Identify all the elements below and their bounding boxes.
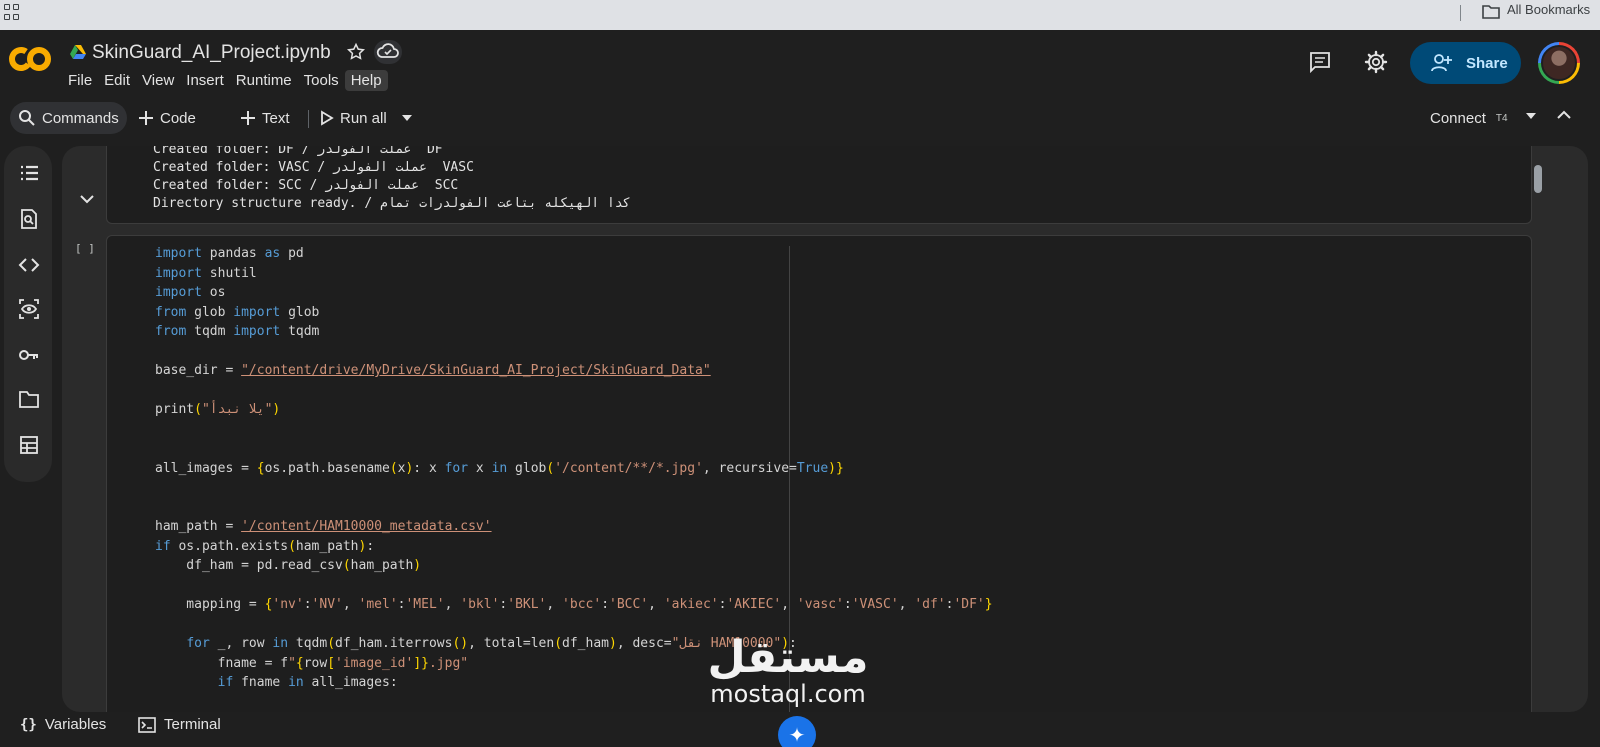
output-line: Created folder: SCC / عملت الفولدر SCC (153, 178, 459, 193)
output-line: Created folder: VASC / عملت الفولدر VASC (153, 160, 474, 175)
cell-output-text: Created folder: DF / عملت الفولدر DF Crea… (153, 146, 630, 213)
toolbar-divider (308, 110, 309, 128)
add-code-label: Code (160, 109, 196, 127)
menu-file[interactable]: File (62, 70, 98, 91)
notebook-title[interactable]: SkinGuard_AI_Project.ipynb (92, 42, 331, 64)
colab-header: SkinGuard_AI_Project.ipynb File Edit Vie… (0, 30, 1600, 96)
secrets-key-icon[interactable] (18, 344, 40, 366)
sparkle-icon: ✦ (788, 724, 806, 747)
menu-help[interactable]: Help (344, 70, 388, 91)
bookmarks-divider (1460, 5, 1461, 21)
cell-run-button[interactable]: [ ] (75, 242, 95, 255)
share-button[interactable]: Share (1410, 42, 1521, 84)
search-icon (19, 110, 35, 126)
variables-label: Variables (44, 716, 107, 733)
plus-icon (241, 111, 255, 125)
plus-icon (139, 111, 153, 125)
run-all-button[interactable]: Run all (312, 102, 395, 134)
terminal-icon (138, 716, 156, 733)
commands-label: Commands (42, 109, 119, 127)
output-line: Created folder: DF / عملت الفولدر DF (153, 146, 443, 157)
comment-icon[interactable] (1308, 50, 1332, 74)
menu-runtime[interactable]: Runtime (230, 70, 298, 91)
bookmark-folder-icon (1482, 5, 1500, 19)
notebook-toolbar: Commands Code Text Run all Connect T4 (0, 96, 1600, 140)
code-snippets-icon[interactable] (18, 254, 40, 276)
star-icon[interactable] (346, 42, 366, 62)
toc-icon[interactable] (18, 162, 40, 184)
connect-label: Connect (1430, 109, 1486, 127)
share-people-icon (1431, 54, 1452, 72)
browser-bookmarks-bar: All Bookmarks (0, 0, 1600, 30)
colab-logo-icon[interactable] (8, 44, 52, 74)
connect-runtime-button[interactable]: Connect T4 (1430, 102, 1508, 134)
left-sidebar (4, 146, 52, 482)
menu-edit[interactable]: Edit (98, 70, 136, 91)
mostaql-watermark: مستقل mostaql.com (688, 636, 888, 716)
output-line: Directory structure ready. / كدا الهيكله… (153, 196, 631, 211)
watermark-latin: mostaql.com (710, 680, 866, 708)
chevron-down-icon[interactable] (80, 194, 94, 204)
add-text-button[interactable]: Text (232, 102, 298, 134)
cell-output: Created folder: DF / عملت الفولدر DF Crea… (106, 146, 1532, 224)
add-text-label: Text (262, 109, 290, 127)
watermark-arabic: مستقل (707, 632, 869, 683)
braces-icon: {} (20, 716, 37, 733)
user-avatar[interactable] (1538, 42, 1580, 84)
menu-bar: File Edit View Insert Runtime Tools Help (62, 70, 388, 91)
google-drive-icon (70, 45, 86, 59)
files-folder-icon[interactable] (18, 388, 40, 410)
run-all-label: Run all (340, 109, 387, 127)
menu-tools[interactable]: Tools (298, 70, 345, 91)
run-all-caret-icon[interactable] (402, 114, 412, 122)
variables-inspector-icon[interactable] (18, 298, 40, 320)
gemini-sparkle-button[interactable]: ✦ (778, 716, 816, 747)
connect-caret-icon[interactable] (1526, 112, 1536, 120)
commands-button[interactable]: Commands (10, 102, 127, 134)
cloud-saved-icon[interactable] (374, 40, 402, 64)
menu-view[interactable]: View (136, 70, 180, 91)
terminal-button[interactable]: Terminal (138, 716, 221, 733)
terminal-label: Terminal (164, 716, 221, 733)
apps-grid-icon[interactable] (4, 4, 20, 20)
notebook-scrollbar[interactable] (1534, 165, 1542, 193)
notebook-pane: Created folder: DF / عملت الفولدر DF Crea… (62, 146, 1588, 712)
runtime-badge: T4 (1495, 112, 1508, 124)
all-bookmarks-link[interactable]: All Bookmarks (1507, 2, 1590, 17)
settings-gear-icon[interactable] (1364, 50, 1388, 74)
share-label: Share (1466, 54, 1508, 72)
add-code-button[interactable]: Code (130, 102, 204, 134)
data-table-icon[interactable] (18, 434, 40, 456)
menu-insert[interactable]: Insert (180, 70, 230, 91)
play-icon (321, 110, 334, 126)
chevron-up-icon[interactable] (1557, 110, 1571, 120)
find-icon[interactable] (18, 208, 40, 230)
code-editor-text[interactable]: import pandas as pd import shutil import… (155, 244, 993, 693)
variables-button[interactable]: {} Variables (20, 716, 106, 733)
